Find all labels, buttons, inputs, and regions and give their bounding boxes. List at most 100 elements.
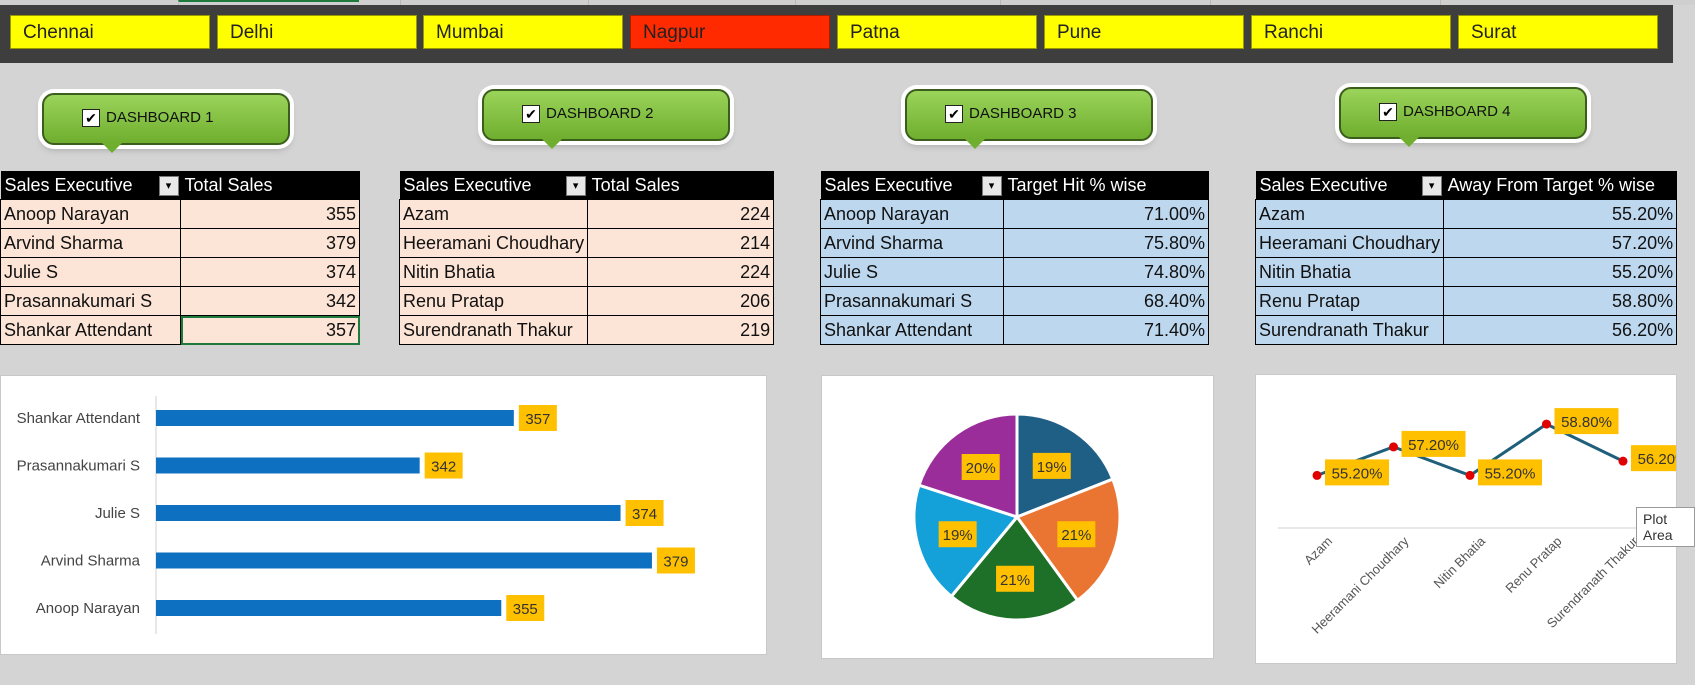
value-cell[interactable]: 57.20% bbox=[1443, 228, 1678, 258]
column-header: Sales Executive ▾ bbox=[0, 171, 181, 200]
executive-cell[interactable]: Anoop Narayan bbox=[0, 199, 181, 229]
executive-cell[interactable]: Renu Pratap bbox=[1254, 286, 1445, 316]
callout-tail bbox=[102, 143, 122, 153]
line-point bbox=[1312, 470, 1322, 480]
line-chart[interactable]: 55.20%57.20%55.20%58.80%56.20%AzamHeeram… bbox=[1256, 375, 1695, 663]
bar-mark bbox=[156, 457, 420, 474]
value-cell[interactable]: 56.20% bbox=[1443, 315, 1678, 345]
table-row: Renu Pratap 58.80% bbox=[1254, 286, 1678, 316]
executive-cell[interactable]: Arvind Sharma bbox=[0, 228, 181, 258]
executive-cell[interactable]: Arvind Sharma bbox=[820, 228, 1004, 258]
pie-chart-card[interactable]: 19% 21% 21% 19% 20% bbox=[821, 375, 1214, 659]
bar-chart[interactable]: Shankar Attendant 357 Prasannakumari S 342 J… bbox=[1, 376, 766, 654]
slicer-item-delhi[interactable]: Delhi bbox=[217, 15, 417, 49]
table-row: Arvind Sharma 75.80% bbox=[820, 228, 1209, 258]
executive-cell[interactable]: Surendranath Thakur bbox=[398, 315, 589, 345]
bar-data-label: 379 bbox=[663, 554, 688, 571]
filter-icon[interactable]: ▾ bbox=[565, 176, 586, 196]
bar-chart-card[interactable]: Shankar Attendant 357 Prasannakumari S 342 J… bbox=[0, 375, 767, 655]
executive-cell[interactable]: Julie S bbox=[820, 257, 1004, 287]
slicer-item-pune[interactable]: Pune bbox=[1044, 15, 1244, 49]
column-header: Sales Executive ▾ bbox=[1255, 171, 1444, 200]
value-cell[interactable]: 58.80% bbox=[1443, 286, 1678, 316]
value-cell[interactable]: 214 bbox=[587, 228, 775, 258]
line-point bbox=[1465, 470, 1475, 480]
checkbox-icon[interactable]: ✔ bbox=[522, 105, 540, 123]
value-cell[interactable]: 74.80% bbox=[1003, 257, 1209, 287]
executive-cell[interactable]: Shankar Attendant bbox=[0, 315, 181, 345]
dashboard-2-button[interactable]: ✔ DASHBOARD 2 bbox=[482, 89, 730, 149]
executive-cell[interactable]: Azam bbox=[398, 199, 589, 229]
slicer-item-patna[interactable]: Patna bbox=[837, 15, 1037, 49]
value-cell[interactable]: 379 bbox=[180, 228, 360, 258]
line-chart-card[interactable]: 55.20%57.20%55.20%58.80%56.20%AzamHeeram… bbox=[1255, 374, 1695, 664]
pie-data-label: 21% bbox=[1000, 572, 1030, 589]
slicer-item-surat[interactable]: Surat bbox=[1458, 15, 1658, 49]
slicer-item-chennai[interactable]: Chennai bbox=[10, 15, 210, 49]
executive-cell[interactable]: Julie S bbox=[0, 257, 181, 287]
executive-cell[interactable]: Heeramani Choudhary bbox=[398, 228, 589, 258]
value-cell[interactable]: 357 bbox=[180, 315, 360, 345]
filter-icon[interactable]: ▾ bbox=[158, 176, 179, 196]
table-row: Nitin Bhatia 224 bbox=[398, 257, 775, 287]
value-cell[interactable]: 206 bbox=[587, 286, 775, 316]
bar-category-label: Anoop Narayan bbox=[36, 600, 140, 617]
value-cell[interactable]: 342 bbox=[180, 286, 360, 316]
pie-chart[interactable]: 19% 21% 21% 19% 20% bbox=[822, 376, 1213, 658]
value-cell[interactable]: 71.40% bbox=[1003, 315, 1209, 345]
table-row: Surendranath Thakur 56.20% bbox=[1254, 315, 1678, 345]
value-cell[interactable]: 55.20% bbox=[1443, 257, 1678, 287]
executive-cell[interactable]: Azam bbox=[1254, 199, 1445, 229]
value-cell[interactable]: 55.20% bbox=[1443, 199, 1678, 229]
dashboard-label: DASHBOARD 4 bbox=[1403, 103, 1511, 120]
filter-icon[interactable]: ▾ bbox=[1421, 176, 1442, 196]
dashboard-3-button[interactable]: ✔ DASHBOARD 3 bbox=[905, 89, 1153, 149]
value-cell[interactable]: 219 bbox=[587, 315, 775, 345]
table-row: Julie S 74.80% bbox=[820, 257, 1209, 287]
bar-mark bbox=[156, 505, 621, 521]
value-cell[interactable]: 75.80% bbox=[1003, 228, 1209, 258]
dashboard-4-button[interactable]: ✔ DASHBOARD 4 bbox=[1339, 87, 1587, 147]
slicer-item-ranchi[interactable]: Ranchi bbox=[1251, 15, 1451, 49]
value-cell[interactable]: 374 bbox=[180, 257, 360, 287]
executive-cell[interactable]: Prasannakumari S bbox=[0, 286, 181, 316]
callout-tail bbox=[1399, 137, 1419, 147]
bar-mark bbox=[156, 410, 514, 426]
table-row: Prasannakumari S 68.40% bbox=[820, 286, 1209, 316]
executive-cell[interactable]: Renu Pratap bbox=[398, 286, 589, 316]
column-header: Target Hit % wise bbox=[1003, 171, 1209, 200]
executive-cell[interactable]: Heeramani Choudhary bbox=[1254, 228, 1445, 258]
dashboard-label: DASHBOARD 3 bbox=[969, 105, 1077, 122]
pie-data-label: 19% bbox=[1037, 459, 1067, 476]
pivot-table-4: Sales Executive ▾ Away From Target % wise … bbox=[1254, 171, 1678, 345]
executive-cell[interactable]: Anoop Narayan bbox=[820, 199, 1004, 229]
value-cell[interactable]: 355 bbox=[180, 199, 360, 229]
value-cell[interactable]: 68.40% bbox=[1003, 286, 1209, 316]
pie-data-label: 21% bbox=[1061, 527, 1091, 544]
checkbox-icon[interactable]: ✔ bbox=[82, 109, 100, 127]
filter-icon[interactable]: ▾ bbox=[981, 176, 1002, 196]
table-row: Heeramani Choudhary 214 bbox=[398, 228, 775, 258]
bar-category-label: Julie S bbox=[95, 505, 140, 522]
city-slicer: Chennai Delhi Mumbai Nagpur Patna Pune R… bbox=[0, 5, 1673, 63]
table-row: Shankar Attendant 71.40% bbox=[820, 315, 1209, 345]
bar-data-label: 355 bbox=[513, 601, 538, 618]
dashboard-1-button[interactable]: ✔ DASHBOARD 1 bbox=[42, 93, 290, 153]
executive-cell[interactable]: Shankar Attendant bbox=[820, 315, 1004, 345]
slicer-item-mumbai[interactable]: Mumbai bbox=[423, 15, 623, 49]
value-cell[interactable]: 224 bbox=[587, 257, 775, 287]
checkbox-icon[interactable]: ✔ bbox=[1379, 103, 1397, 121]
line-point bbox=[1389, 442, 1398, 452]
executive-cell[interactable]: Prasannakumari S bbox=[820, 286, 1004, 316]
plot-area-tooltip: Plot Area bbox=[1636, 507, 1695, 547]
pie-data-label: 20% bbox=[966, 460, 996, 477]
slicer-item-nagpur[interactable]: Nagpur bbox=[630, 15, 830, 49]
value-cell[interactable]: 71.00% bbox=[1003, 199, 1209, 229]
checkbox-icon[interactable]: ✔ bbox=[945, 105, 963, 123]
line-category-label: Renu Pratap bbox=[1502, 534, 1564, 596]
executive-cell[interactable]: Nitin Bhatia bbox=[1254, 257, 1445, 287]
executive-cell[interactable]: Nitin Bhatia bbox=[398, 257, 589, 287]
bar-data-label: 374 bbox=[632, 506, 657, 523]
value-cell[interactable]: 224 bbox=[587, 199, 775, 229]
executive-cell[interactable]: Surendranath Thakur bbox=[1254, 315, 1445, 345]
